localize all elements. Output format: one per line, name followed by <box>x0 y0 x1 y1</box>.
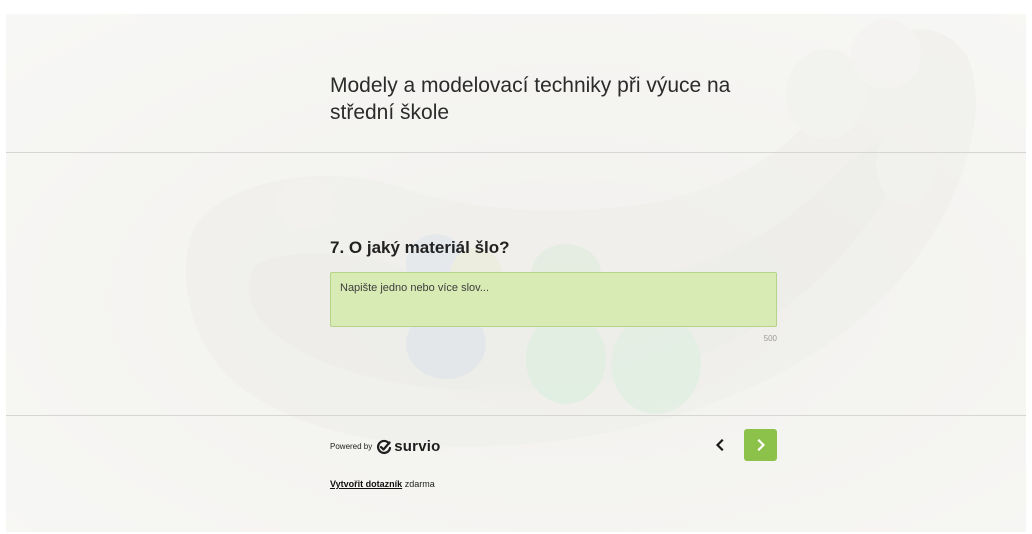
powered-by-label: Powered by <box>330 442 373 451</box>
survey-title: Modely a modelovací techniky při výuce n… <box>330 74 731 124</box>
chevron-left-icon <box>715 439 724 451</box>
survio-logo[interactable]: survio <box>376 438 440 455</box>
survey-page: Modely a modelovací techniky při výuce n… <box>6 14 1026 532</box>
survio-logo-text: survio <box>394 438 441 455</box>
char-limit-counter: 500 <box>763 334 777 343</box>
chevron-right-icon <box>756 439 765 451</box>
header-divider <box>6 152 1026 153</box>
footer-divider <box>6 415 1026 416</box>
question-label: 7. O jaký materiál šlo? <box>330 238 510 257</box>
create-survey-link[interactable]: Vytvořit dotazník <box>330 479 402 489</box>
create-survey-suffix: zdarma <box>402 479 435 489</box>
answer-input[interactable] <box>330 272 777 327</box>
survio-logo-icon <box>377 439 392 454</box>
next-button[interactable] <box>744 429 777 461</box>
previous-button[interactable] <box>709 434 731 456</box>
create-survey: Vytvořit dotazník zdarma <box>330 479 435 489</box>
powered-by: Powered by survio <box>330 438 440 455</box>
